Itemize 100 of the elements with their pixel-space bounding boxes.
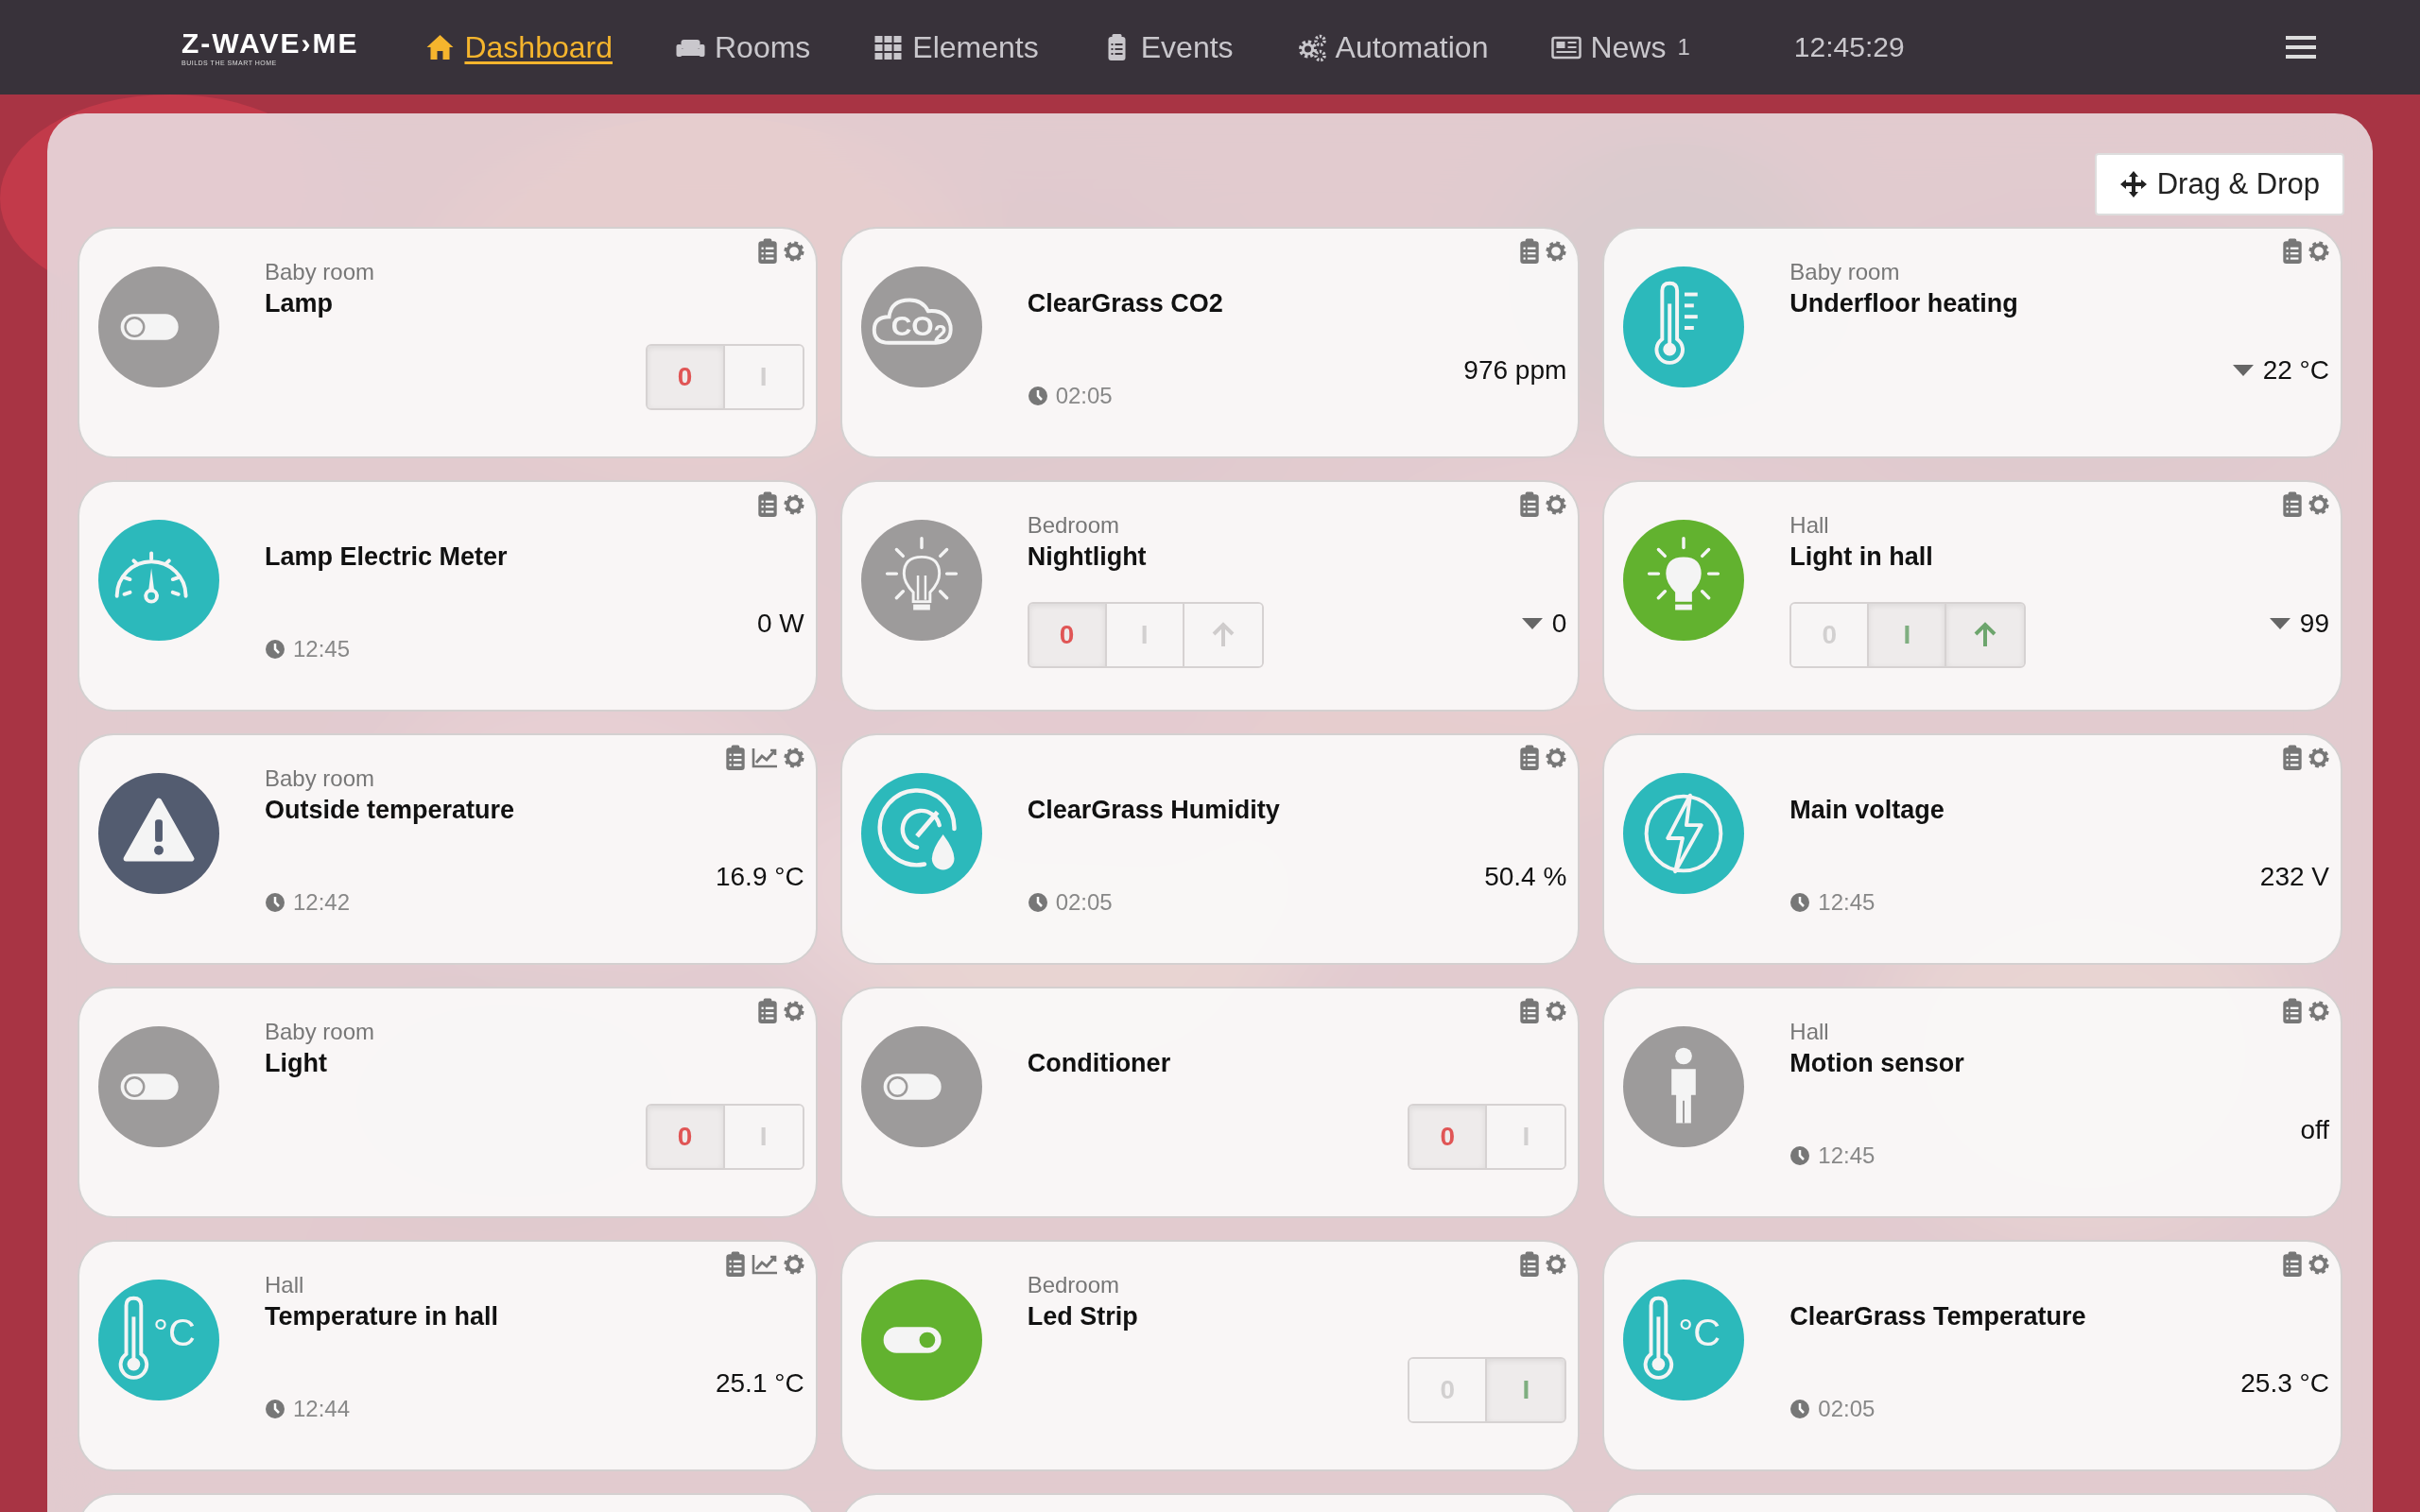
settings-icon[interactable] xyxy=(783,1251,804,1278)
on-button[interactable]: I xyxy=(1869,604,1947,666)
device-title: Light xyxy=(265,1049,328,1078)
arrow-up-icon xyxy=(1973,622,1998,648)
caret-icon[interactable] xyxy=(1521,618,1543,629)
settings-icon[interactable] xyxy=(2308,1251,2329,1278)
clipboard-icon[interactable] xyxy=(2282,745,2303,771)
room-label: Baby room xyxy=(265,765,376,793)
off-button[interactable]: 0 xyxy=(647,346,725,408)
settings-icon[interactable] xyxy=(1546,745,1567,771)
update-time: 12:42 xyxy=(293,889,351,916)
device-value: 50.4 % xyxy=(1484,862,1567,892)
clock-icon xyxy=(1789,892,1811,913)
nav-tab[interactable]: Rooms xyxy=(675,29,811,65)
device-title: Outside temperature xyxy=(265,796,516,825)
device-title: Conditioner xyxy=(1027,1049,1172,1078)
settings-icon[interactable] xyxy=(2308,491,2329,518)
nav-tab[interactable]: Elements xyxy=(873,29,1039,65)
clipboard-icon[interactable] xyxy=(756,491,778,518)
clock-icon xyxy=(1027,386,1048,406)
settings-icon[interactable] xyxy=(1546,238,1567,265)
nav-tab[interactable]: Dashboard xyxy=(424,29,613,65)
room-label: Baby room xyxy=(1789,258,1901,286)
update-time: 12:45 xyxy=(1818,889,1876,916)
on-button[interactable]: I xyxy=(1487,1359,1565,1421)
device-value: 0 W xyxy=(756,609,804,639)
caret-icon[interactable] xyxy=(2232,365,2254,376)
clipboard-icon[interactable] xyxy=(724,745,746,771)
clock-icon xyxy=(265,639,285,660)
device-title: Underfloor heating xyxy=(1789,289,2019,318)
device-value: 25.1 °C xyxy=(715,1368,804,1399)
thermo-c-icon: °C xyxy=(98,1280,219,1400)
menu-icon[interactable] xyxy=(2286,35,2316,60)
clipboard-icon[interactable] xyxy=(724,1251,746,1278)
settings-icon[interactable] xyxy=(2308,998,2329,1024)
clock: 12:45:29 xyxy=(1793,31,1905,63)
clipboard-icon[interactable] xyxy=(1519,998,1541,1024)
room-label: Bedroom xyxy=(1027,511,1121,540)
device-title: Lamp xyxy=(265,289,334,318)
device-title: ClearGrass Temperature xyxy=(1789,1302,2087,1332)
clipboard-icon[interactable] xyxy=(756,998,778,1024)
room-label: Baby room xyxy=(265,1018,376,1046)
clipboard-icon[interactable] xyxy=(1519,238,1541,265)
clipboard-icon[interactable] xyxy=(2282,1251,2303,1278)
settings-icon[interactable] xyxy=(2308,238,2329,265)
arrow-up-icon xyxy=(1210,622,1236,648)
up-button[interactable] xyxy=(1946,604,2025,666)
update-time: 02:05 xyxy=(1055,889,1113,916)
clipboard-icon[interactable] xyxy=(1519,491,1541,518)
off-button[interactable]: 0 xyxy=(647,1106,725,1168)
device-title: Temperature in hall xyxy=(265,1302,500,1332)
clipboard-icon[interactable] xyxy=(2282,998,2303,1024)
update-time: 12:44 xyxy=(293,1396,351,1422)
line-chart-icon[interactable] xyxy=(751,1253,778,1276)
clipboard-icon[interactable] xyxy=(1519,1251,1541,1278)
nav-tab[interactable]: News 1 xyxy=(1550,29,1690,65)
clipboard-icon[interactable] xyxy=(756,238,778,265)
logo[interactable]: Z-WAVE›ME xyxy=(182,28,359,58)
off-button[interactable]: 0 xyxy=(1028,604,1107,666)
settings-icon[interactable] xyxy=(783,998,804,1024)
room-label: Hall xyxy=(265,1271,305,1299)
device-value: 25.3 °C xyxy=(2240,1368,2329,1399)
clipboard-icon[interactable] xyxy=(2282,238,2303,265)
nav-tab[interactable]: Events xyxy=(1100,29,1234,65)
device-value: 232 V xyxy=(2259,862,2329,892)
thermo-c-icon: °C xyxy=(1623,1280,1745,1400)
nav-tab[interactable]: Automation xyxy=(1295,29,1489,65)
settings-icon[interactable] xyxy=(1546,491,1567,518)
update-time: 12:45 xyxy=(293,636,351,662)
device-title: Main voltage xyxy=(1789,796,1945,825)
clipboard-icon[interactable] xyxy=(1519,745,1541,771)
device-value: 99 xyxy=(2299,609,2329,639)
settings-icon[interactable] xyxy=(783,238,804,265)
settings-icon[interactable] xyxy=(1546,1251,1567,1278)
clipboard-icon[interactable] xyxy=(2282,491,2303,518)
room-label: Hall xyxy=(1789,1018,1830,1046)
settings-icon[interactable] xyxy=(1546,998,1567,1024)
settings-icon[interactable] xyxy=(783,745,804,771)
settings-icon[interactable] xyxy=(2308,745,2329,771)
off-button[interactable]: 0 xyxy=(1409,1106,1488,1168)
update-time: 02:05 xyxy=(1055,383,1113,409)
settings-icon[interactable] xyxy=(783,491,804,518)
room-label: Baby room xyxy=(265,258,376,286)
update-time: 12:45 xyxy=(1818,1143,1876,1169)
device-value: 22 °C xyxy=(2262,355,2329,386)
clock-icon xyxy=(1789,1145,1811,1166)
device-value: 16.9 °C xyxy=(715,862,804,892)
room-label: Hall xyxy=(1789,511,1830,540)
device-value: 976 ppm xyxy=(1463,355,1567,386)
device-title: Nightlight xyxy=(1027,542,1148,572)
device-title: Motion sensor xyxy=(1789,1049,1965,1078)
drag-drop-button[interactable]: Drag & Drop xyxy=(2094,153,2344,215)
clock-icon xyxy=(265,1399,285,1419)
clock-icon xyxy=(1027,892,1048,913)
clock-icon xyxy=(1789,1399,1811,1419)
update-time: 02:05 xyxy=(1818,1396,1876,1422)
line-chart-icon[interactable] xyxy=(751,747,778,769)
move-icon xyxy=(2118,170,2148,198)
caret-icon[interactable] xyxy=(2269,618,2290,629)
device-value: 0 xyxy=(1551,609,1567,639)
